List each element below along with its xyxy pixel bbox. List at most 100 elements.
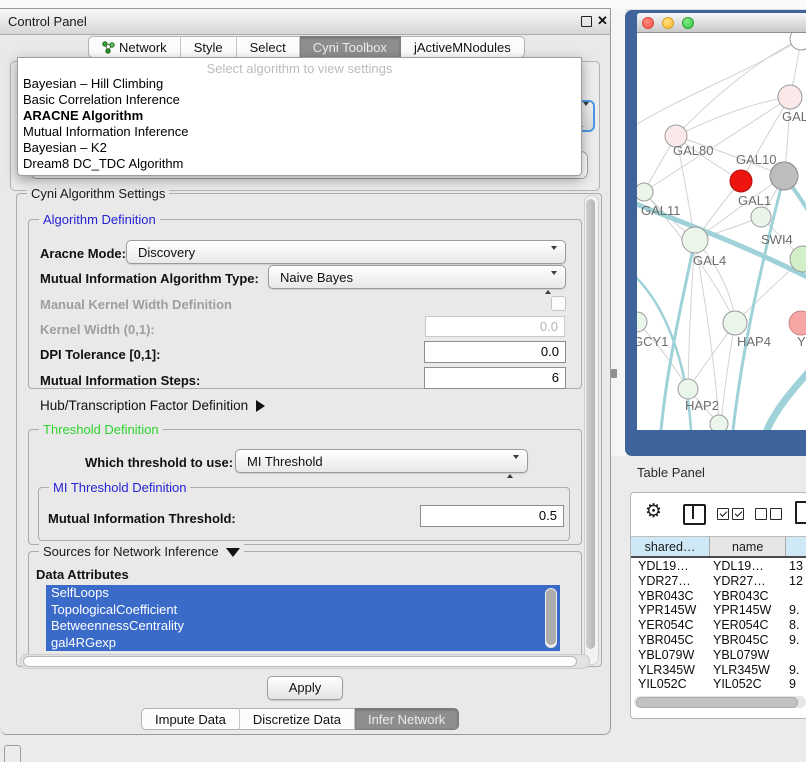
tab-impute-data[interactable]: Impute Data: [141, 708, 240, 730]
attribute-item-topologicalcoefficient[interactable]: TopologicalCoefficient: [46, 602, 560, 619]
close-traffic-light-icon[interactable]: [642, 17, 654, 29]
hide-columns-icon[interactable]: [755, 507, 785, 525]
network-node-label: GAL80: [673, 143, 713, 158]
tab-discretize-data[interactable]: Discretize Data: [240, 708, 355, 730]
network-node-gcy1[interactable]: [637, 312, 647, 332]
mi-threshold-field[interactable]: 0.5: [420, 505, 564, 527]
close-icon[interactable]: ✕: [597, 13, 608, 29]
table-horizontal-scrollbar[interactable]: [634, 696, 806, 708]
control-panel-window: Control Panel ✕ NetworkStyle Select Cyni T…: [0, 8, 611, 735]
network-node-label: GAL11: [641, 203, 681, 218]
column-header-item[interactable]: [786, 537, 806, 556]
tab-select[interactable]: Select: [237, 36, 300, 58]
tab-jactivemnodules[interactable]: jActiveMNodules: [401, 36, 525, 58]
table-cell: 13: [789, 559, 803, 574]
network-node[interactable]: [790, 33, 806, 50]
sources-group-title[interactable]: Sources for Network Inference: [39, 544, 244, 559]
split-pane-icon[interactable]: [683, 504, 706, 525]
control-panel-titlebar: Control Panel ✕: [0, 9, 610, 35]
kernel-width-field[interactable]: 0.0: [425, 316, 565, 337]
attribute-item-gal4rgexp[interactable]: gal4RGexp: [46, 635, 560, 652]
which-threshold-combo[interactable]: MI Threshold: [235, 449, 528, 473]
column-header-name[interactable]: name: [710, 537, 786, 556]
table-row[interactable]: YBR043CYBR043C: [631, 589, 806, 604]
screen: Control Panel ✕ NetworkStyle Select Cyni T…: [0, 0, 806, 762]
sources-horizontal-scrollbar-thumb[interactable]: [23, 656, 577, 667]
dropdown-item-dream8-dc-tdc-algorithm[interactable]: Dream8 DC_TDC Algorithm: [18, 156, 581, 172]
attribute-item-selfloops[interactable]: SelfLoops: [46, 585, 560, 602]
table-row[interactable]: YPR145WYPR145W9.: [631, 603, 806, 618]
network-node-gal4[interactable]: [682, 227, 708, 253]
tab-label: Discretize Data: [253, 712, 341, 727]
network-node-y[interactable]: [789, 311, 806, 335]
aracne-mode-combo[interactable]: Discovery: [126, 240, 566, 264]
network-window-titlebar[interactable]: [637, 13, 806, 33]
table-row[interactable]: YBL079WYBL079W: [631, 648, 806, 663]
minimize-traffic-light-icon[interactable]: [662, 17, 674, 29]
table-horizontal-scrollbar-thumb[interactable]: [636, 697, 798, 708]
tab-cyni-toolbox[interactable]: Cyni Toolbox: [300, 36, 401, 58]
sources-horizontal-scrollbar[interactable]: [20, 654, 590, 669]
hub-definition-label: Hub/Transcription Factor Definition: [40, 398, 248, 413]
corner-chip[interactable]: [4, 745, 21, 762]
apply-button[interactable]: Apply: [267, 676, 343, 700]
network-node-gal[interactable]: [778, 85, 802, 109]
table-row[interactable]: YER054CYER054C8.: [631, 618, 806, 633]
tab-network[interactable]: Network: [88, 36, 181, 58]
mi-steps-field[interactable]: 6: [424, 367, 566, 389]
manual-kernel-checkbox[interactable]: [551, 296, 566, 311]
show-columns-icon[interactable]: [717, 507, 747, 525]
dpi-tolerance-label: DPI Tolerance [0,1]:: [40, 347, 160, 362]
column-header-shared[interactable]: shared…: [631, 537, 710, 556]
table-cell: YBR045C: [638, 633, 694, 648]
data-attributes-list[interactable]: SelfLoopsTopologicalCoefficientBetweenne…: [46, 585, 560, 651]
network-icon: [102, 41, 115, 54]
tab-infer-network[interactable]: Infer Network: [355, 708, 459, 730]
mi-threshold-label: Mutual Information Threshold:: [48, 511, 236, 526]
table-cell: YPR145W: [713, 603, 771, 618]
dropdown-item-aracne-algorithm[interactable]: ARACNE Algorithm: [18, 108, 581, 124]
network-node-gal11[interactable]: [637, 183, 653, 201]
network-node-gal1[interactable]: [751, 207, 771, 227]
table-row[interactable]: YDR27…YDR27…12: [631, 574, 806, 589]
zoom-traffic-light-icon[interactable]: [682, 17, 694, 29]
network-node-label: GAL1: [738, 193, 771, 208]
network-view-inner: GALGAL80GAL10GAL11GAL1SWI4GAL4GCY1HAP4YH…: [637, 13, 806, 430]
attribute-item-betweennesscentrality[interactable]: BetweennessCentrality: [46, 618, 560, 635]
gear-icon[interactable]: ⚙: [645, 500, 662, 522]
export-table-icon[interactable]: [795, 501, 806, 524]
network-node[interactable]: [710, 415, 728, 430]
settings-scrollbar-thumb[interactable]: [586, 199, 595, 649]
network-node-label: SWI4: [761, 232, 793, 247]
mi-type-combo[interactable]: Naive Bayes: [268, 265, 566, 289]
collapse-arrow-icon: [226, 548, 240, 557]
dpi-tolerance-field[interactable]: 0.0: [424, 341, 566, 363]
network-node-hap4[interactable]: [723, 311, 747, 335]
dropdown-item-basic-correlation-inference[interactable]: Basic Correlation Inference: [18, 92, 581, 108]
tab-label: Cyni Toolbox: [313, 40, 387, 55]
table-row[interactable]: YDL19…YDL19…13: [631, 559, 806, 574]
dropdown-item-bayesian-hill-climbing[interactable]: Bayesian – Hill Climbing: [18, 76, 581, 92]
tab-style[interactable]: Style: [181, 36, 237, 58]
divider-grip-icon[interactable]: [611, 369, 617, 378]
mi-steps-label: Mutual Information Steps:: [40, 373, 200, 388]
network-node-hap2[interactable]: [678, 379, 698, 399]
hub-definition-expander[interactable]: Hub/Transcription Factor Definition: [40, 398, 265, 413]
table-row[interactable]: YLR345WYLR345W9.: [631, 663, 806, 678]
attributes-scrollbar-thumb[interactable]: [546, 589, 556, 645]
settings-group-title: Cyni Algorithm Settings: [27, 186, 169, 201]
table-cell: 8.: [789, 618, 799, 633]
tab-label: Select: [250, 40, 286, 55]
settings-scrollbar[interactable]: [584, 195, 599, 665]
table-cell: YDR27…: [713, 574, 766, 589]
float-window-icon[interactable]: [581, 16, 592, 27]
table-row[interactable]: YBR045CYBR045C9.: [631, 633, 806, 648]
table-panel-card: ⚙ shared…name YDL19…YDL19…13YDR27…YDR27……: [630, 492, 806, 719]
network-node[interactable]: [730, 170, 752, 192]
table-cell: 9.: [789, 663, 799, 678]
network-canvas[interactable]: GALGAL80GAL10GAL11GAL1SWI4GAL4GCY1HAP4YH…: [637, 33, 806, 430]
attributes-scrollbar[interactable]: [545, 588, 557, 648]
dropdown-item-mutual-information-inference[interactable]: Mutual Information Inference: [18, 124, 581, 140]
dropdown-item-bayesian-k2[interactable]: Bayesian – K2: [18, 140, 581, 156]
table-row[interactable]: YIL052CYIL052C9: [631, 677, 806, 692]
